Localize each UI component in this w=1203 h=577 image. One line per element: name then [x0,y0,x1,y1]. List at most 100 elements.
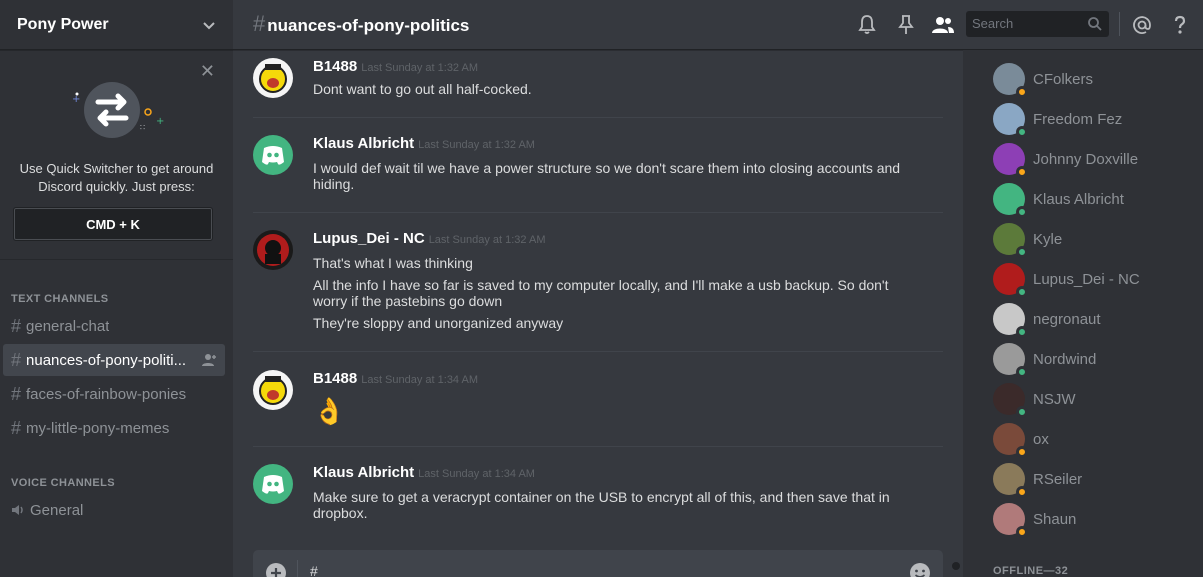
member-item[interactable]: Johnny Doxville [993,139,1138,179]
scrollbar[interactable] [952,562,960,570]
member-item[interactable]: Lupus_Dei - NC [993,259,1140,299]
channel-label: General [30,501,84,519]
quick-switcher-text: Use Quick Switcher to get around Discord… [19,161,214,194]
message-text: Dont want to go out all half-cocked. [313,81,532,97]
username[interactable]: B1488 [313,370,357,387]
avatar [993,63,1028,98]
status-badge [1016,526,1028,538]
header-divider [1119,12,1120,36]
channel-label: faces-of-rainbow-ponies [26,385,187,403]
avatar[interactable] [253,58,293,98]
avatar [993,303,1028,338]
channel-my-little-pony-memes[interactable]: # my-little-pony-memes [3,412,225,444]
message-input-text: # [310,563,318,577]
avatar [993,263,1028,298]
member-name: Shaun [1033,510,1077,528]
voice-channel-general[interactable]: General [3,494,225,526]
avatar [993,103,1028,138]
member-item[interactable]: NSJW [993,379,1076,419]
svg-text:∷: ∷ [140,123,145,132]
timestamp: Last Sunday at 1:34 AM [418,468,535,480]
timestamp: Last Sunday at 1:32 AM [428,234,546,246]
member-name: Kyle [1033,230,1063,248]
avatar[interactable] [253,464,293,504]
message-divider [253,212,943,213]
close-icon[interactable]: ✕ [200,62,215,80]
username[interactable]: Klaus Albricht [313,135,414,152]
guild-header[interactable]: Pony Power [0,0,233,50]
search-input[interactable]: Search [966,11,1109,37]
avatar [993,463,1028,498]
message-header: B1488 Last Sunday at 1:32 AM [313,58,478,76]
avatar [993,423,1028,458]
status-badge [1016,446,1028,458]
channel-sidebar: Pony Power ✕ + + ∷ Use Quick Switcher to… [0,0,233,577]
channel-general-chat[interactable]: # general-chat [3,310,225,342]
voice-channels-category[interactable]: VOICE CHANNELS [11,477,115,489]
username[interactable]: B1488 [313,58,357,75]
message-header: Klaus Albricht Last Sunday at 1:34 AM [313,464,535,482]
ok-hand-emoji: 👌 [313,396,346,426]
channel-faces-of-rainbow-ponies[interactable]: # faces-of-rainbow-ponies [3,378,225,410]
member-name: CFolkers [1033,70,1094,88]
username[interactable]: Klaus Albricht [313,464,414,481]
status-badge [1016,486,1028,498]
member-name: RSeiler [1033,470,1083,488]
shortcut-button[interactable]: CMD + K [13,207,213,241]
invite-user-icon[interactable] [201,353,217,367]
avatar[interactable] [253,370,293,410]
status-badge [1016,206,1028,218]
offline-category: OFFLINE—32 [993,565,1069,577]
message-header: Klaus Albricht Last Sunday at 1:32 AM [313,135,535,153]
member-item[interactable]: Klaus Albricht [993,179,1124,219]
channel-nuances-of-pony-politics[interactable]: # nuances-of-pony-politi... [3,344,225,376]
member-item[interactable]: Nordwind [993,339,1096,379]
member-item[interactable]: CFolkers [993,59,1093,99]
hash-icon: # [11,349,22,370]
avatar [993,183,1028,218]
text-channels-category[interactable]: TEXT CHANNELS [11,293,108,305]
member-item[interactable]: negronaut [993,299,1101,339]
member-list: CFolkers Freedom Fez Johnny Doxville Klaus … [963,50,1203,577]
message-input[interactable]: # [253,550,943,577]
channel-label: my-little-pony-memes [26,419,170,437]
hash-icon: # [11,417,22,438]
avatar[interactable] [253,135,293,175]
status-badge [1016,86,1028,98]
message-text: Make sure to get a veracrypt container o… [313,489,890,521]
member-name: NSJW [1033,390,1076,408]
status-badge [1016,166,1028,178]
hash-icon: # [11,315,22,336]
speaker-icon [12,505,23,515]
member-name: Johnny Doxville [1033,150,1139,168]
message-divider [253,117,943,118]
help-icon[interactable] [1168,13,1192,37]
svg-text:+: + [72,94,80,105]
member-name: Lupus_Dei - NC [1033,270,1140,288]
mentions-icon[interactable] [1130,13,1154,37]
status-badge [1016,126,1028,138]
status-badge [1016,246,1028,258]
member-item[interactable]: RSeiler [993,459,1082,499]
member-item[interactable]: Freedom Fez [993,99,1122,139]
message-text: They're sloppy and unorganized anyway [313,315,564,331]
status-badge [1016,366,1028,378]
member-item[interactable]: ox [993,419,1049,459]
member-name: Klaus Albricht [1033,190,1124,208]
member-item[interactable]: Kyle [993,219,1062,259]
svg-text:+: + [156,116,164,127]
username[interactable]: Lupus_Dei - NC [313,230,425,247]
status-badge [1016,286,1028,298]
member-name: Nordwind [1033,350,1097,368]
upload-plus-icon[interactable] [265,562,287,577]
hash-icon: # [11,383,22,404]
timestamp: Last Sunday at 1:34 AM [361,374,479,386]
message-text: All the info I have so far is saved to m… [313,277,889,309]
member-item[interactable]: Shaun [993,499,1076,539]
message-divider [253,446,943,447]
search-icon [1088,17,1102,31]
timestamp: Last Sunday at 1:32 AM [361,62,479,74]
avatar[interactable] [253,230,293,270]
emoji-icon[interactable] [909,562,931,577]
avatar [993,143,1028,178]
